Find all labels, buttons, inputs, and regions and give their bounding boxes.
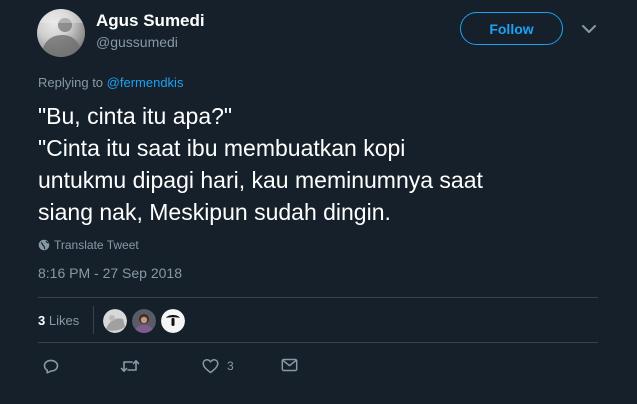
liker-avatar-2[interactable] [132, 309, 156, 333]
divider [93, 306, 94, 334]
divider [38, 297, 598, 298]
heart-icon [202, 358, 219, 374]
mention-link[interactable]: @fermendkis [107, 75, 184, 90]
tweet-card: Agus Sumedi @gussumedi Follow Replying t… [0, 0, 637, 404]
tweet-line: "Cinta itu saat ibu membuatkan kopi [38, 135, 406, 161]
translate-label: Translate Tweet [54, 238, 139, 252]
likes-number: 3 [38, 313, 46, 328]
chevron-down-icon[interactable] [580, 22, 598, 36]
tweet-text: "Bu, cinta itu apa?" "Cinta itu saat ibu… [38, 100, 618, 228]
direct-message-button[interactable] [281, 358, 298, 372]
translate-tweet-link[interactable]: Translate Tweet [38, 238, 139, 252]
replying-to-prefix: Replying to [38, 75, 104, 90]
reply-button[interactable] [43, 358, 59, 374]
display-name[interactable]: Agus Sumedi [96, 11, 205, 31]
likes-count[interactable]: 3 Likes [38, 313, 79, 328]
like-button[interactable]: 3 [202, 358, 234, 374]
follow-button[interactable]: Follow [460, 12, 563, 45]
user-handle[interactable]: @gussumedi [96, 34, 178, 50]
reply-icon [43, 359, 59, 374]
liker-avatar-3[interactable] [161, 309, 185, 333]
retweet-button[interactable] [120, 358, 140, 374]
envelope-icon [281, 358, 298, 372]
tweet-timestamp[interactable]: 8:16 PM - 27 Sep 2018 [38, 265, 182, 281]
tweet-line: untukmu dipagi hari, kau meminumnya saat [38, 167, 483, 193]
likes-label: Likes [48, 313, 80, 328]
liker-avatar-1[interactable] [103, 309, 127, 333]
tweet-line: siang nak, Meskipun sudah dingin. [38, 199, 391, 225]
user-avatar[interactable] [37, 9, 85, 57]
replying-to: Replying to @fermendkis [38, 75, 183, 90]
tweet-line: "Bu, cinta itu apa?" [38, 103, 233, 129]
like-count: 3 [227, 359, 234, 373]
divider [38, 342, 598, 343]
retweet-icon [120, 360, 140, 372]
globe-icon [38, 239, 50, 251]
